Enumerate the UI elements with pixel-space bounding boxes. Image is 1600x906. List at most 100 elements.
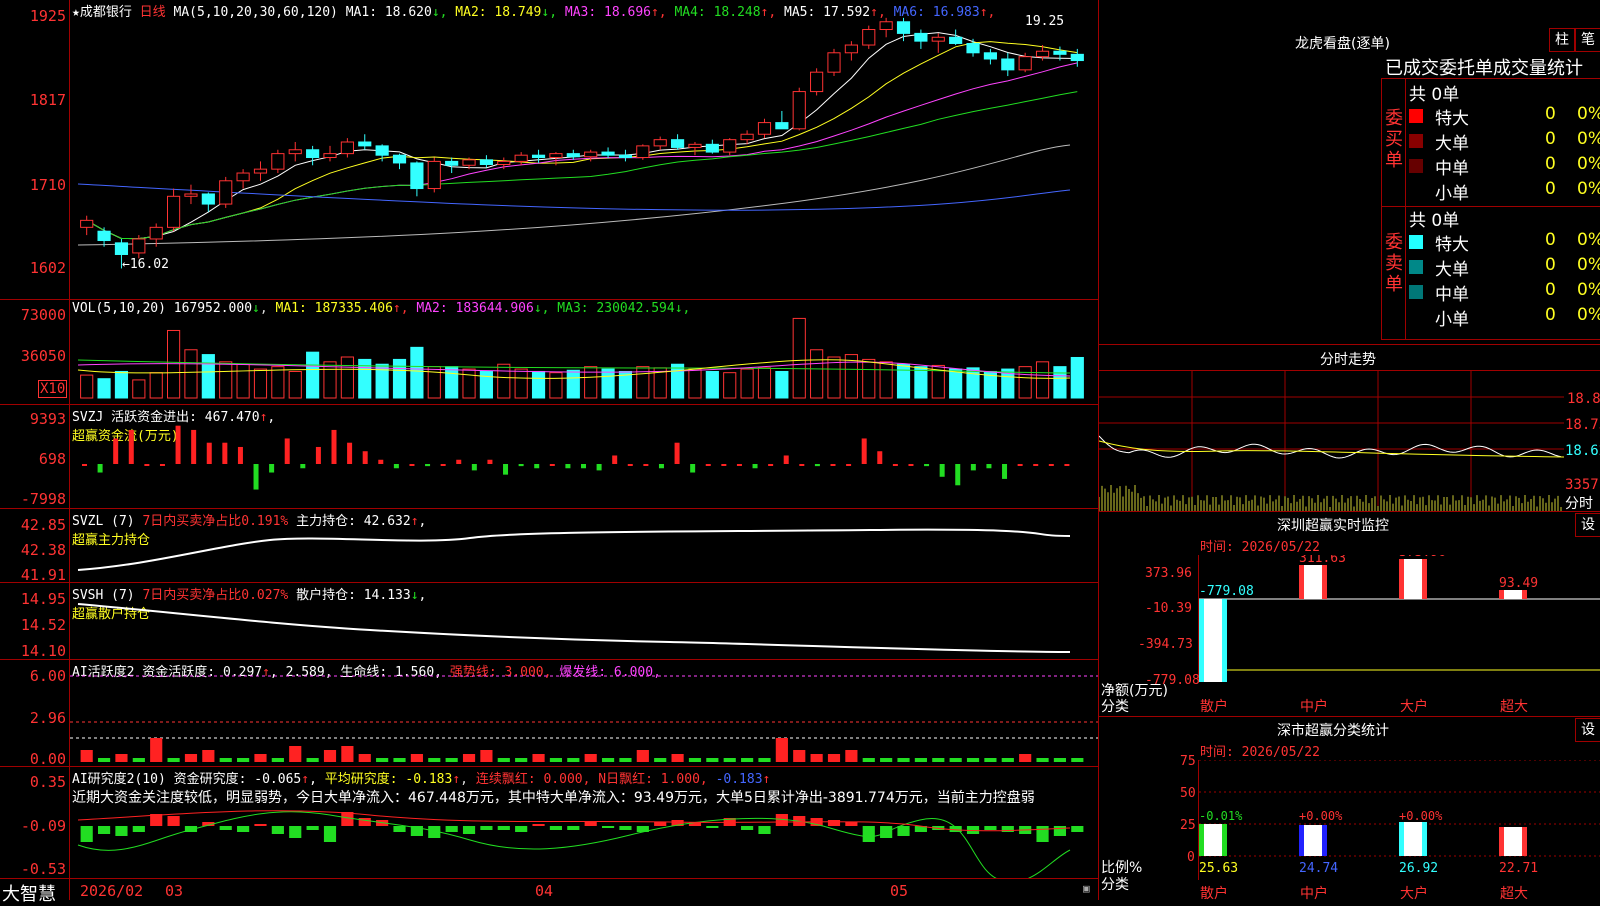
x-label-apr: 04 [535,882,554,900]
svzj-bar-5 [159,464,165,466]
ai2-bar-57 [1071,826,1084,832]
svzj-bar-2 [113,438,119,464]
ai1-bar-37 [723,758,736,762]
ai1-bar-22 [462,754,476,762]
ai1-bar-35 [688,758,702,762]
vol-bar-38 [740,368,754,399]
svzj-bar-63 [1064,464,1070,466]
svzj-bar-28 [518,464,524,467]
tab-bar[interactable]: 柱 [1549,28,1575,52]
ai1-bar-8 [219,758,232,762]
candle-body-3 [132,238,146,254]
intraday-y1: 18.88 [1567,391,1600,407]
classify-cat-1: 中户 [1300,886,1328,902]
svzj-bar-52 [892,464,898,466]
svzj-bar-48 [830,464,836,466]
svzj-bar-3 [128,429,134,464]
classify-bar-1 [1299,825,1327,856]
buy-row-0: 特大 0 0% [1409,104,1600,129]
vol-bar-10 [253,368,268,399]
classify-time: 时间: 2026/05/22 [1200,745,1320,760]
ai2-bar-55 [1036,826,1049,842]
vol-bar-56 [1053,366,1067,399]
monitor-xlabel: 分类 [1101,699,1129,715]
right-sep-1 [1099,344,1600,345]
ai1-bar-7 [202,750,215,762]
classify-svg: 25.63 -0.01% 24.74 +0.00% 26.92 +0.00% 22.71 [1199,760,1600,876]
ai1-bar-44 [845,750,858,762]
svzj-bar-0 [82,464,87,466]
monitor-bar-right-3 [1522,590,1527,599]
svzj-bar-62 [1048,464,1054,466]
svzj-bar-23 [440,464,446,466]
buy-swatch-1 [1409,134,1423,148]
lock-icon[interactable]: ▣ [1083,882,1090,895]
x-label-mar: 03 [165,882,184,900]
vol-bar-29 [584,366,598,399]
svzl-line [77,528,1071,571]
brand-logo[interactable]: 大智慧 [2,880,56,906]
ai2-bar-25 [515,826,528,832]
tab-stroke[interactable]: 笔 [1575,28,1600,52]
classify-settings-button[interactable]: 设 [1575,718,1600,742]
sell-total: 共 0单 [1409,211,1460,231]
vol-y-axis: 73000 36050 X10 [20,306,68,398]
sell-count-1: 0 [1545,255,1556,275]
ai2-y-axis: 0.35 -0.09 -0.53 [20,773,66,878]
svzj-bar-4 [144,464,150,466]
monitor-settings-button[interactable]: 设 [1575,513,1600,537]
svzj-bar-35 [627,464,633,466]
candle-body-46 [879,21,893,31]
vol-bar-46 [879,361,893,399]
ai1-bar-50 [949,758,962,762]
buy-name-3: 小单 [1435,184,1469,204]
ai1-bar-45 [862,758,875,762]
ai1-bar-48 [914,758,927,762]
svzj-bar-46 [799,464,805,466]
sell-pct-1: 0% [1577,255,1600,275]
svzj-bar-38 [674,442,680,464]
ai1-bar-38 [741,758,754,762]
svsh-y-axis: 14.95 14.52 14.10 [20,590,66,660]
vol-bar-8 [219,361,233,399]
svzj-bar-59 [1002,464,1008,479]
svzj-bar-10 [237,446,243,464]
ai1-bar-27 [549,758,563,762]
candle-body-34 [671,139,685,148]
vol-bar-9 [236,363,250,399]
buy-name-2: 中单 [1435,159,1469,179]
monitor-bar-right-2 [1422,559,1427,599]
buy-count-2: 0 [1545,154,1556,174]
svzj-bar-36 [643,464,649,466]
ai2-bar-29 [584,822,597,826]
monitor-cat-1: 中户 [1300,699,1328,715]
sell-name-1: 大单 [1435,260,1469,280]
candle-body-12 [288,149,302,155]
ai1-bar-51 [966,758,980,762]
classify-cat-3: 超大 [1500,886,1528,902]
monitor-y2: -394.73 [1138,637,1193,652]
candle-body-24 [497,160,511,165]
monitor-y1: -10.39 [1145,601,1192,616]
candle-body-7 [201,193,215,205]
candle-body-52 [983,52,997,60]
svzj-y-axis: 9393 698 -7998 [20,410,66,508]
ai2-bar-30 [601,826,615,828]
ai1-bar-56 [1053,758,1067,762]
svzj-bar-17 [347,442,353,464]
svzj-bar-33 [596,464,602,471]
sell-swatch-3 [1409,310,1423,324]
classify-bar-left-2 [1399,822,1404,856]
monitor-bar-left-1 [1299,565,1304,599]
ai2-bar-24 [497,826,510,830]
ai1-bar-11 [271,758,284,762]
candle-body-36 [705,143,719,153]
classify-y3: 0 [1187,850,1195,865]
candle-body-13 [306,149,320,159]
monitor-bar-label-2: 373.96 [1399,555,1446,560]
candle-body-51 [966,42,980,54]
ai2-bar-1 [97,826,111,834]
buy-pct-3: 0% [1577,179,1600,199]
classify-cat-0: 散户 [1200,886,1228,902]
svzj-bar-47 [814,464,820,467]
